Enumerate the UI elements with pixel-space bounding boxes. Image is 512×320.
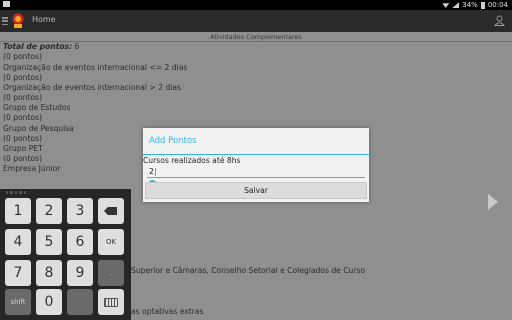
keyboard-grip[interactable] [6,191,27,195]
list-item: Grupo de Pesquisa [3,124,74,133]
status-right: 34% 00:04 [442,0,508,10]
list-item: (0 pontos) [3,52,43,61]
text-cursor [154,168,156,176]
list-item: Superior e Câmaras, Conselho Setorial e … [131,266,366,275]
key-1[interactable]: 1 [5,198,31,224]
backspace-icon [104,207,117,215]
action-bar-title[interactable]: Home [32,15,56,24]
total-label: Total de pontos: [3,42,73,51]
status-bar: 34% 00:04 [0,0,512,10]
battery-icon [480,1,485,9]
key-9[interactable]: 9 [67,260,93,286]
list-item: (0 pontos) [3,134,43,143]
dialog-label: Cursos realizados até 8hs [143,156,241,165]
save-button[interactable]: Salvar [145,182,367,199]
hide-keyboard-key[interactable] [98,289,124,315]
app-logo[interactable] [11,13,25,29]
shift-key[interactable]: shift [5,289,31,315]
list-item: Grupo PET [3,144,43,153]
key-8[interactable]: 8 [36,260,62,286]
list-item: Organização de eventos internacional > 2… [3,83,181,92]
key-3[interactable]: 3 [67,198,93,224]
list-item: as optativas extras [131,307,204,316]
list-item: (0 pontos) [3,93,43,102]
list-item: Organização de eventos internacional <= … [3,63,188,72]
key-6[interactable]: 6 [67,229,93,255]
notification-icon [3,1,10,7]
total-points: Total de pontos: 6 [3,42,79,52]
numeric-keyboard: 1 2 3 4 5 6 OK 7 8 9 . shift 0 [0,189,131,320]
list-item: (0 pontos) [3,113,43,122]
dot-key[interactable]: . [98,260,124,286]
menu-icon[interactable] [2,17,8,25]
wifi-icon [442,3,450,8]
ok-key[interactable]: OK [98,229,124,255]
signal-icon [452,2,460,8]
dialog-title: Add Pontos [149,136,197,146]
key-2[interactable]: 2 [36,198,62,224]
points-input[interactable]: 2 [147,166,365,178]
list-item: (0 pontos) [3,154,43,163]
backspace-key[interactable] [98,198,124,224]
blank-key[interactable] [67,289,93,315]
list-item: Grupo de Estudos [3,103,71,112]
total-value: 6 [74,42,80,51]
points-input-value: 2 [149,167,154,176]
key-7[interactable]: 7 [5,260,31,286]
account-icon[interactable] [494,15,505,26]
notification-icons [3,0,10,10]
list-item: (0 pontos) [3,73,43,82]
key-5[interactable]: 5 [36,229,62,255]
key-0[interactable]: 0 [36,289,62,315]
clock: 00:04 [487,1,508,9]
dialog-title-divider [143,154,369,155]
section-title: Atividades Complementares [210,33,302,41]
key-4[interactable]: 4 [5,229,31,255]
battery-percent: 34% [462,1,478,9]
action-bar: Home [0,10,512,32]
add-points-dialog: Add Pontos Cursos realizados até 8hs 2 S… [143,128,369,202]
keyboard-hide-icon [104,298,118,307]
next-arrow-icon[interactable] [488,194,498,210]
list-item: Empresa Júnior [3,164,61,173]
